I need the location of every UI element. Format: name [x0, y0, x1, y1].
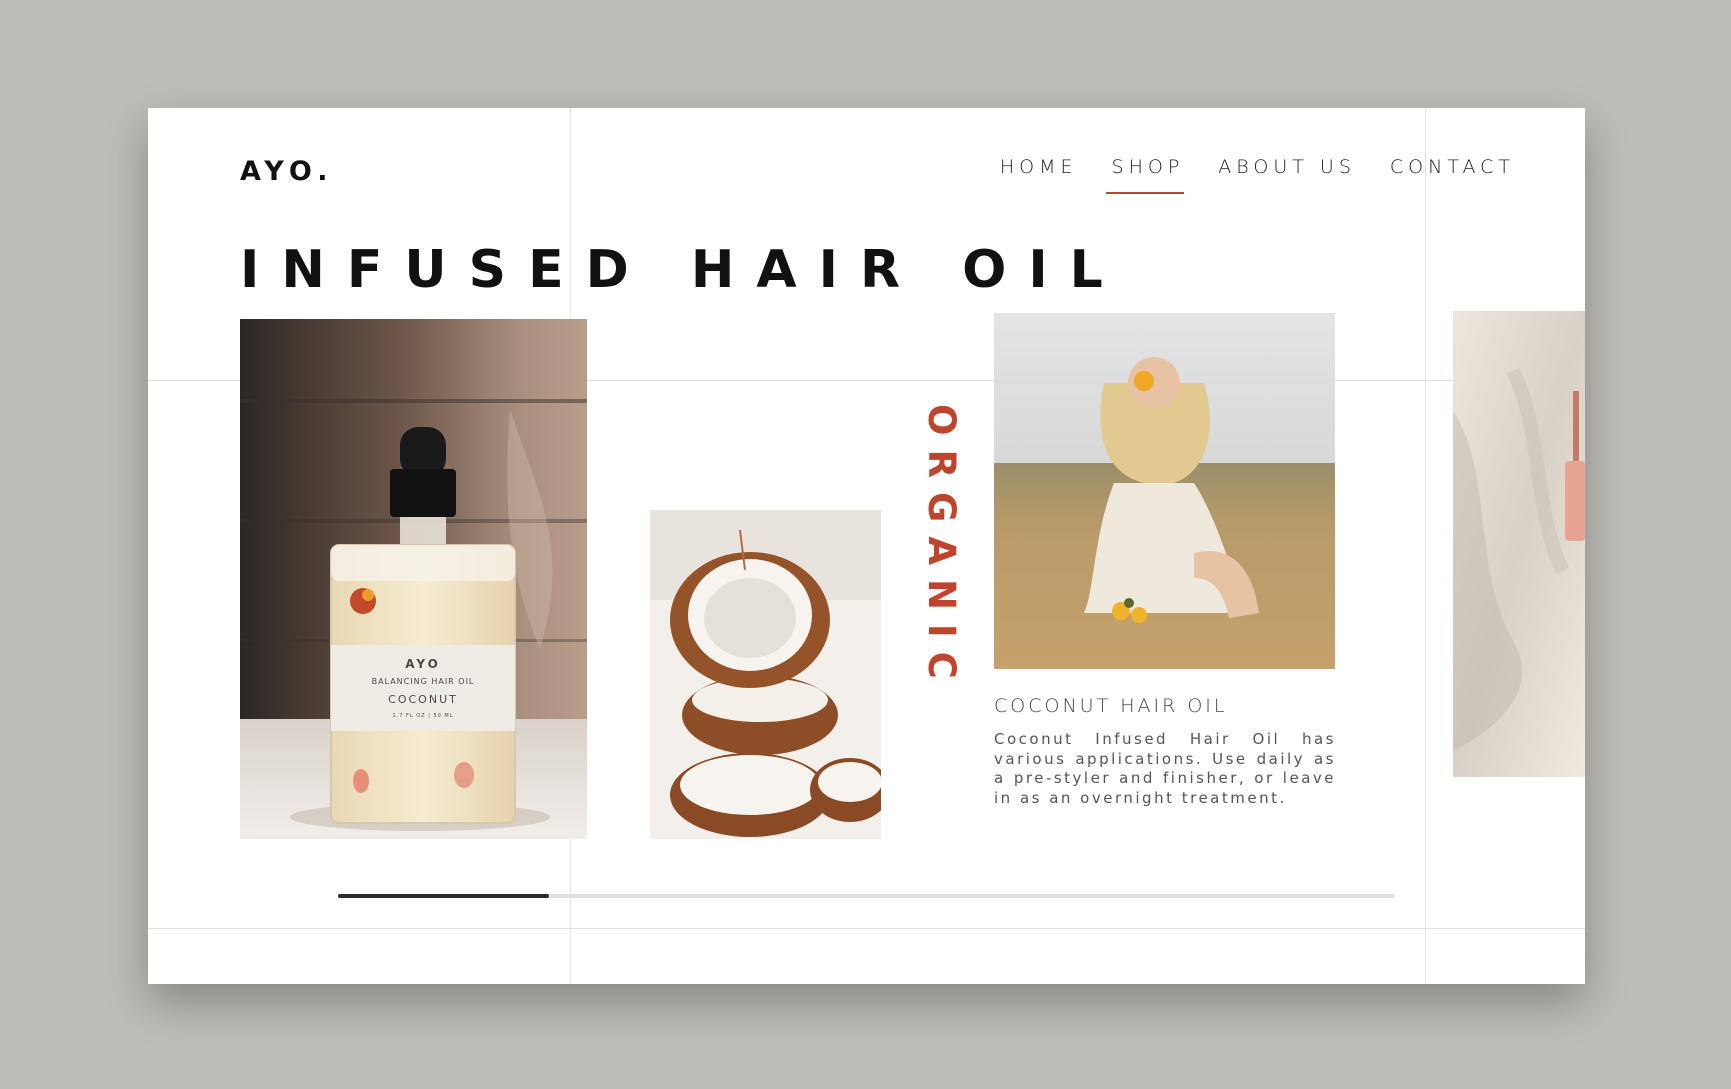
next-photo-peek[interactable] [1453, 311, 1585, 777]
bottle-label-variant: COCONUT [388, 693, 458, 706]
grid-line [1425, 108, 1426, 984]
nav-contact[interactable]: CONTACT [1390, 156, 1515, 178]
product-title[interactable]: COCONUT HAIR OIL [994, 695, 1227, 717]
gallery-scroll-thumb[interactable] [338, 894, 550, 898]
page-card: AYO. HOME SHOP ABOUT US CONTACT INFUSED … [148, 108, 1585, 984]
bottle-label: AYO BALANCING HAIR OIL COCONUT 1.7 FL OZ… [331, 645, 515, 731]
nav-about-us[interactable]: ABOUT US [1218, 156, 1356, 178]
gallery-scrollbar[interactable] [338, 894, 1394, 898]
main-nav: HOME SHOP ABOUT US CONTACT [1000, 156, 1515, 194]
organic-vertical-text: ORGANIC [920, 404, 963, 693]
nav-shop[interactable]: SHOP [1105, 156, 1185, 194]
bottle-label-brand: AYO [405, 657, 441, 671]
product-description: Coconut Infused Hair Oil has various app… [994, 730, 1336, 807]
brand-logo[interactable]: AYO. [240, 156, 334, 187]
bottle-label-line: BALANCING HAIR OIL [371, 677, 475, 686]
page-title: INFUSED HAIR OIL [240, 240, 1125, 300]
grid-line [148, 928, 1585, 929]
nav-home[interactable]: HOME [1000, 156, 1078, 178]
coconut-photo[interactable] [650, 510, 881, 839]
model-photo[interactable] [994, 313, 1335, 669]
bottle-photo[interactable]: AYO BALANCING HAIR OIL COCONUT 1.7 FL OZ… [240, 319, 587, 839]
bottle-label-volume: 1.7 FL OZ | 50 ML [392, 713, 454, 719]
